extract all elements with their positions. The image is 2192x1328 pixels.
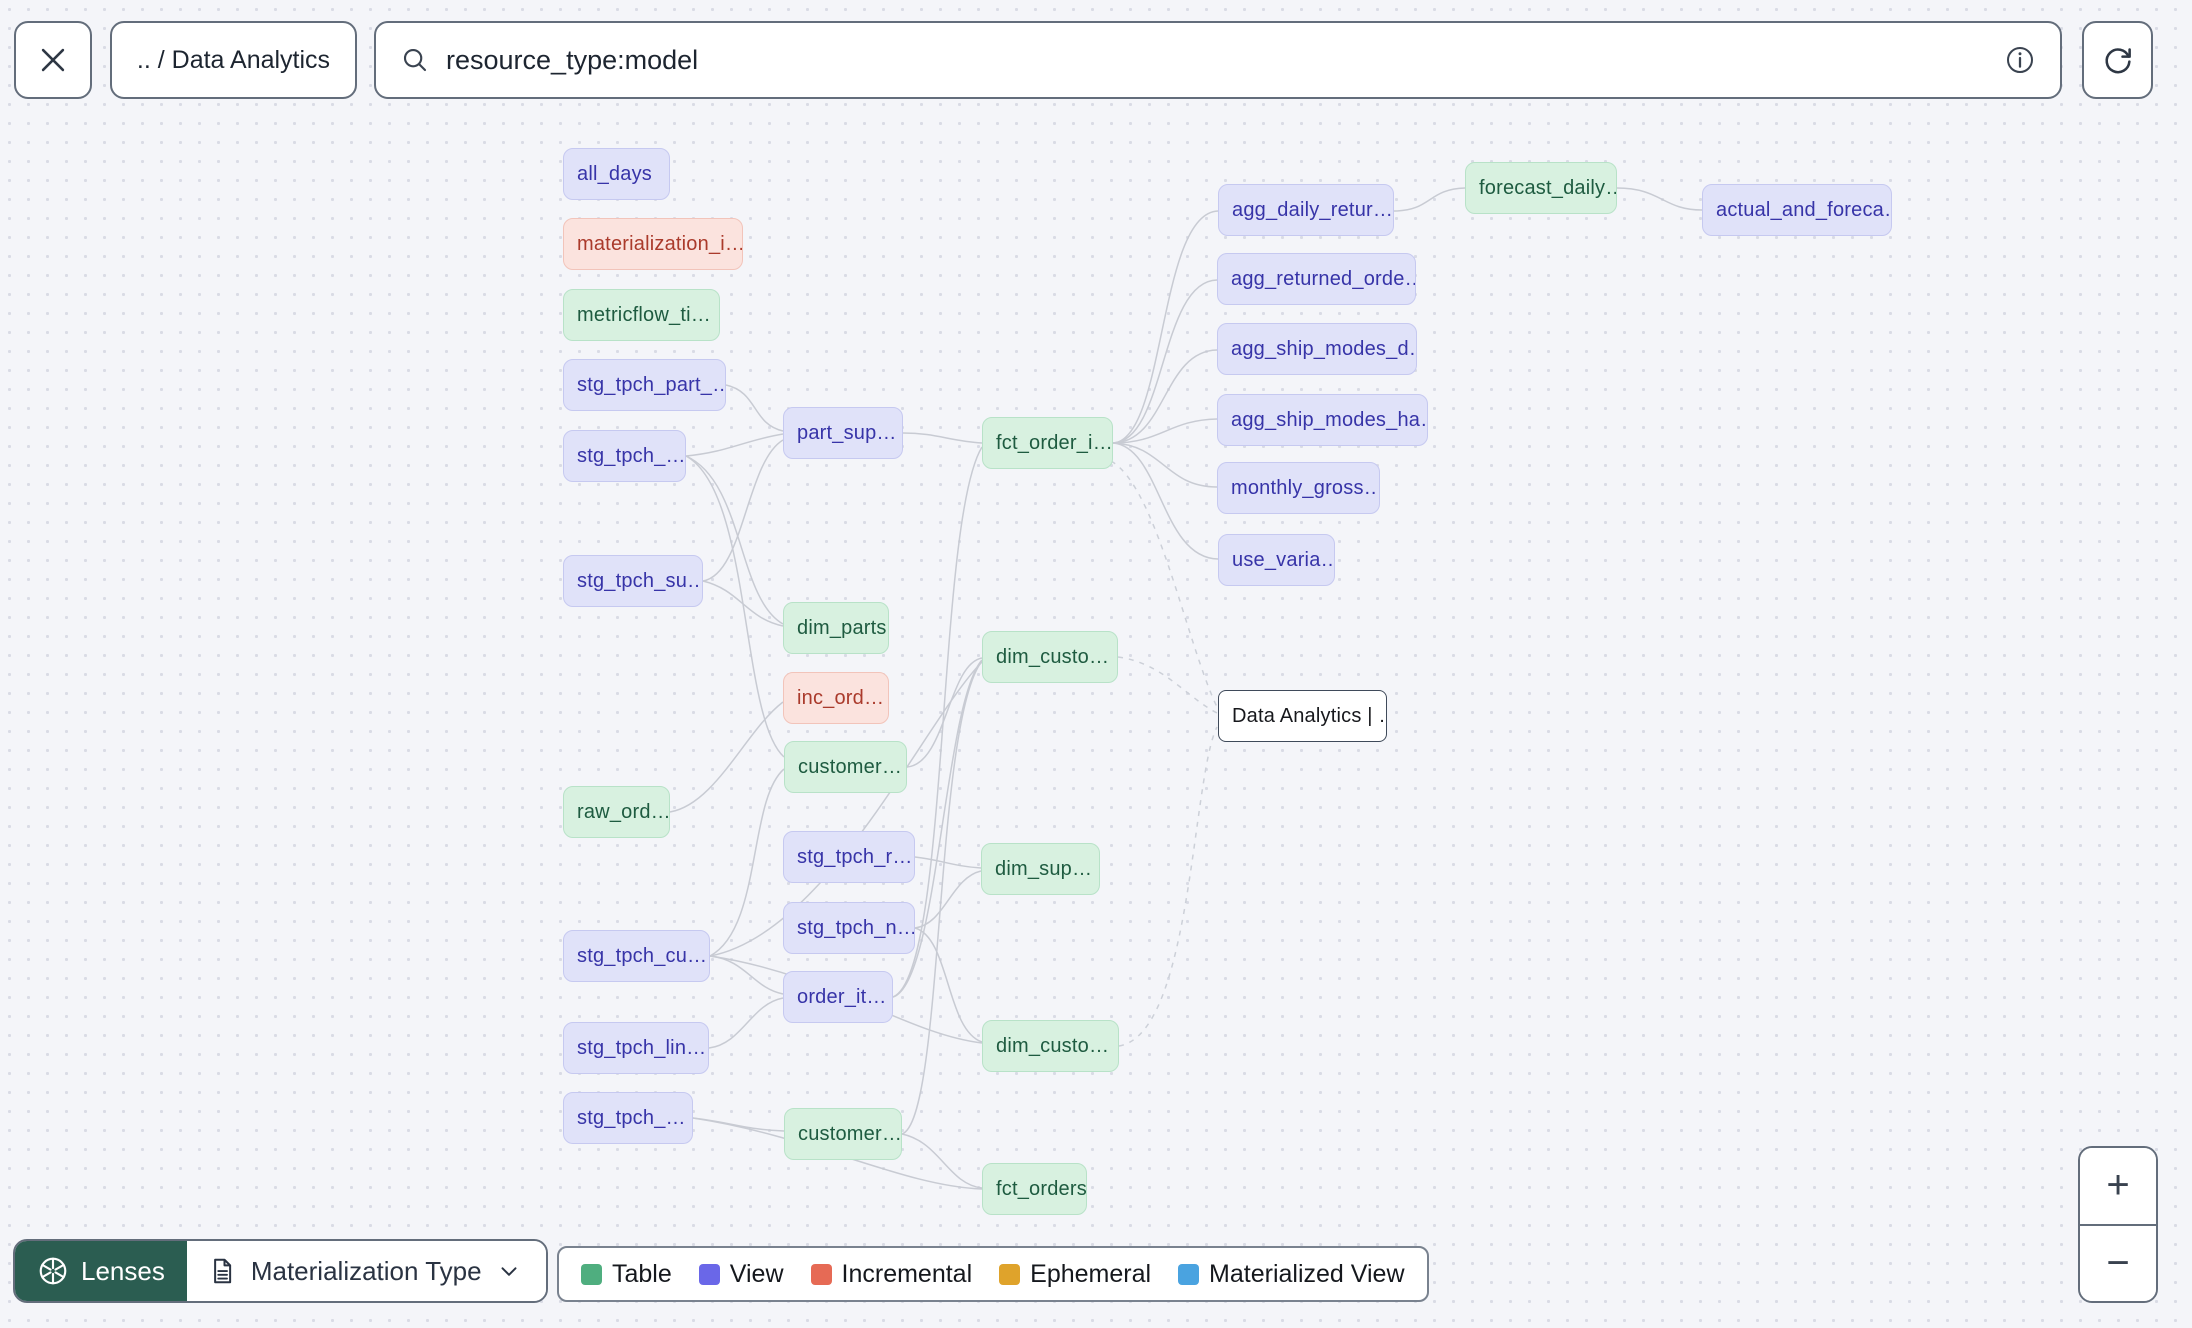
close-icon <box>41 48 65 72</box>
lineage-edge <box>685 433 784 457</box>
graph-node-all_days[interactable]: all_days <box>563 148 670 200</box>
chevron-down-icon <box>501 1267 517 1276</box>
search-icon <box>403 48 427 72</box>
legend-item-table: Table <box>581 1260 672 1289</box>
lenses-label: Lenses <box>81 1255 165 1286</box>
info-icon[interactable] <box>2004 44 2036 76</box>
legend-item-incremental: Incremental <box>810 1259 973 1289</box>
legend-label: Table <box>612 1259 672 1288</box>
lineage-edge <box>1112 279 1218 444</box>
lineage-edge <box>1393 187 1466 212</box>
graph-node-actual_and_foreca[interactable]: actual_and_foreca… <box>1702 184 1892 236</box>
lineage-edge <box>1112 442 1219 560</box>
legend-label: View <box>729 1259 784 1288</box>
graph-node-fct_order_i[interactable]: fct_order_i… <box>982 417 1113 469</box>
lineage-edge <box>702 439 784 582</box>
refresh-icon <box>2104 48 2131 74</box>
graph-node-stg_tpch_n[interactable]: stg_tpch_n… <box>783 902 915 954</box>
legend-label: Incremental <box>841 1259 973 1288</box>
graph-node-stg_tpch_[interactable]: stg_tpch_… <box>563 430 686 482</box>
minus-icon: − <box>2106 1240 2130 1285</box>
graph-node-part_sup[interactable]: part_sup… <box>783 407 903 459</box>
plus-icon: + <box>2106 1163 2130 1208</box>
search-input[interactable] <box>446 44 1988 76</box>
graph-node-dim_sup[interactable]: dim_sup… <box>981 843 1100 895</box>
lineage-edge <box>669 701 784 813</box>
lineage-edge <box>914 927 983 1043</box>
graph-node-customer[interactable]: customer… <box>784 741 907 793</box>
graph-node-dataanalytics[interactable]: Data Analytics | … <box>1218 690 1387 742</box>
graph-node-agg_ship_modes_d[interactable]: agg_ship_modes_d… <box>1217 323 1417 375</box>
legend-item-view: View <box>698 1259 784 1289</box>
search-bar <box>374 21 2062 99</box>
graph-node-stg_tpch_cu[interactable]: stg_tpch_cu… <box>563 930 710 982</box>
lineage-edge-dashed <box>1117 656 1218 714</box>
document-icon <box>213 1258 231 1284</box>
breadcrumb-label: .. / Data Analytics <box>136 45 331 74</box>
legend-label: Ephemeral <box>1030 1259 1152 1288</box>
legend-item-ephemeral: Ephemeral <box>999 1260 1151 1289</box>
lens-selector-label: Materialization Type <box>250 1255 482 1286</box>
graph-node-fct_orders[interactable]: fct_orders <box>982 1163 1087 1215</box>
graph-node-agg_daily_retur[interactable]: agg_daily_retur… <box>1218 184 1394 236</box>
graph-node-customer[interactable]: customer… <box>784 1108 902 1160</box>
lineage-edge <box>708 997 784 1049</box>
legend-swatch <box>581 1263 602 1285</box>
graph-node-dim_parts[interactable]: dim_parts <box>783 602 889 654</box>
graph-node-forecast_daily[interactable]: forecast_daily… <box>1465 162 1617 214</box>
graph-node-dim_custo[interactable]: dim_custo… <box>982 1020 1119 1072</box>
lineage-edge <box>709 955 784 995</box>
graph-node-agg_ship_modes_ha[interactable]: agg_ship_modes_ha… <box>1217 394 1428 446</box>
zoom-in-button[interactable]: + <box>2080 1148 2156 1226</box>
graph-node-monthly_gross[interactable]: monthly_gross… <box>1217 462 1380 514</box>
graph-node-stg_tpch_part_[interactable]: stg_tpch_part_… <box>563 359 726 411</box>
lineage-edge <box>1112 349 1218 444</box>
graph-node-stg_tpch_r[interactable]: stg_tpch_r… <box>783 831 915 883</box>
lineage-explorer: all_days materialization_i… metricflow_ti…… <box>0 0 2192 1328</box>
legend-swatch <box>999 1263 1021 1285</box>
lineage-edge <box>685 455 785 758</box>
graph-node-raw_ord[interactable]: raw_ord… <box>563 786 670 838</box>
graph-node-use_varia[interactable]: use_varia… <box>1218 534 1335 586</box>
lineage-edge <box>914 870 982 929</box>
lineage-edge <box>901 1133 983 1189</box>
graph-node-inc_ord[interactable]: inc_ord… <box>783 672 889 724</box>
close-button[interactable] <box>14 21 92 99</box>
legend-item-materialized-view: Materialized View <box>1178 1259 1405 1289</box>
legend-label: Materialized View <box>1209 1259 1405 1288</box>
graph-node-agg_returned_orde[interactable]: agg_returned_orde… <box>1217 253 1416 305</box>
lens-selector[interactable]: Materialization Type <box>186 1241 546 1301</box>
lens-control: Lenses Materialization Type <box>13 1239 548 1303</box>
aperture-icon <box>39 1257 67 1285</box>
lineage-edge <box>1112 210 1219 444</box>
graph-node-dim_custo[interactable]: dim_custo… <box>982 631 1118 683</box>
legend-swatch <box>1178 1263 1200 1285</box>
graph-node-materialization_i[interactable]: materialization_i… <box>563 218 743 270</box>
legend-swatch <box>810 1263 832 1285</box>
lineage-edge <box>725 384 784 432</box>
refresh-button[interactable] <box>2082 21 2153 99</box>
breadcrumb[interactable]: .. / Data Analytics <box>110 21 357 99</box>
legend-swatch <box>698 1263 720 1285</box>
legend: Table View Incremental Ephemeral Materialize… <box>557 1246 1429 1302</box>
lineage-edge-dashed <box>1110 460 1218 708</box>
lineage-edge-dashed <box>1118 726 1218 1047</box>
zoom-out-button[interactable]: − <box>2080 1225 2156 1301</box>
lineage-edge <box>1616 187 1703 211</box>
graph-node-stg_tpch_[interactable]: stg_tpch_… <box>563 1092 693 1144</box>
graph-node-order_it[interactable]: order_it… <box>783 971 893 1023</box>
zoom-controls: + − <box>2078 1146 2158 1303</box>
lineage-edge <box>914 856 982 869</box>
lenses-button[interactable]: Lenses <box>15 1241 187 1301</box>
graph-node-stg_tpch_lin[interactable]: stg_tpch_lin… <box>563 1022 709 1074</box>
graph-node-stg_tpch_su[interactable]: stg_tpch_su… <box>563 555 703 607</box>
lineage-edge <box>709 768 785 957</box>
graph-node-metricflow_ti[interactable]: metricflow_ti… <box>563 289 720 341</box>
lineage-edge <box>902 432 983 444</box>
